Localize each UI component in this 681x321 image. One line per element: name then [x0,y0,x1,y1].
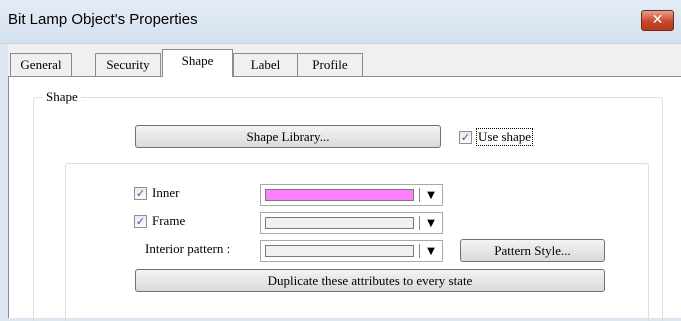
window-title: Bit Lamp Object's Properties [8,11,198,28]
frame-color-dropdown[interactable]: ▼ [260,212,443,234]
shape-library-button[interactable]: Shape Library... [135,125,441,148]
chevron-down-icon: ▼ [427,218,435,229]
chevron-down-icon: ▼ [427,246,435,257]
duplicate-attributes-button[interactable]: Duplicate these attributes to every stat… [135,269,605,292]
interior-pattern-swatch [265,245,414,257]
tab-shape[interactable]: Shape [162,49,233,77]
frame-color-swatch [265,217,414,229]
tab-general[interactable]: General [10,53,72,76]
tab-general-label: General [20,57,62,72]
inner-color-dropdown[interactable]: ▼ [260,184,443,206]
tab-shape-label: Shape [181,53,214,68]
inner-checkbox[interactable]: ✓ [134,186,147,200]
dropdown-divider [419,244,420,258]
close-icon[interactable]: ✕ [641,10,674,31]
tab-label-label: Label [250,57,281,72]
shape-tab-panel: Shape Shape Library... ✓ Use shape ✓ Inn… [8,76,681,321]
tab-security-label: Security [106,57,150,72]
use-shape-label: Use shape [475,128,534,146]
inner-checkbox-row[interactable]: ✓ Inner [134,185,179,201]
tab-security[interactable]: Security [95,53,161,76]
frame-checkbox-row[interactable]: ✓ Frame [134,213,185,229]
tab-profile[interactable]: Profile [297,53,363,76]
interior-pattern-dropdown[interactable]: ▼ [260,240,443,262]
dropdown-divider [419,216,420,230]
tab-label[interactable]: Label [233,53,298,76]
dialog-body: General Security Shape Label Profile Sha… [8,44,681,321]
pattern-style-button[interactable]: Pattern Style... [460,239,605,262]
duplicate-attributes-button-label: Duplicate these attributes to every stat… [267,273,473,288]
title-bar: Bit Lamp Object's Properties ✕ [0,0,681,44]
inner-color-swatch [265,189,414,201]
inner-label: Inner [152,185,180,200]
dropdown-divider [419,188,420,202]
use-shape-checkbox[interactable]: ✓ [459,130,472,144]
frame-checkbox[interactable]: ✓ [134,214,147,228]
shape-library-button-label: Shape Library... [246,129,330,144]
shape-group-label: Shape [43,89,81,105]
frame-label: Frame [152,213,186,228]
pattern-style-button-label: Pattern Style... [494,243,571,258]
tab-profile-label: Profile [312,57,348,72]
chevron-down-icon: ▼ [427,190,435,201]
use-shape-checkbox-row[interactable]: ✓ Use shape [459,128,534,146]
interior-pattern-label: Interior pattern : [145,241,231,256]
